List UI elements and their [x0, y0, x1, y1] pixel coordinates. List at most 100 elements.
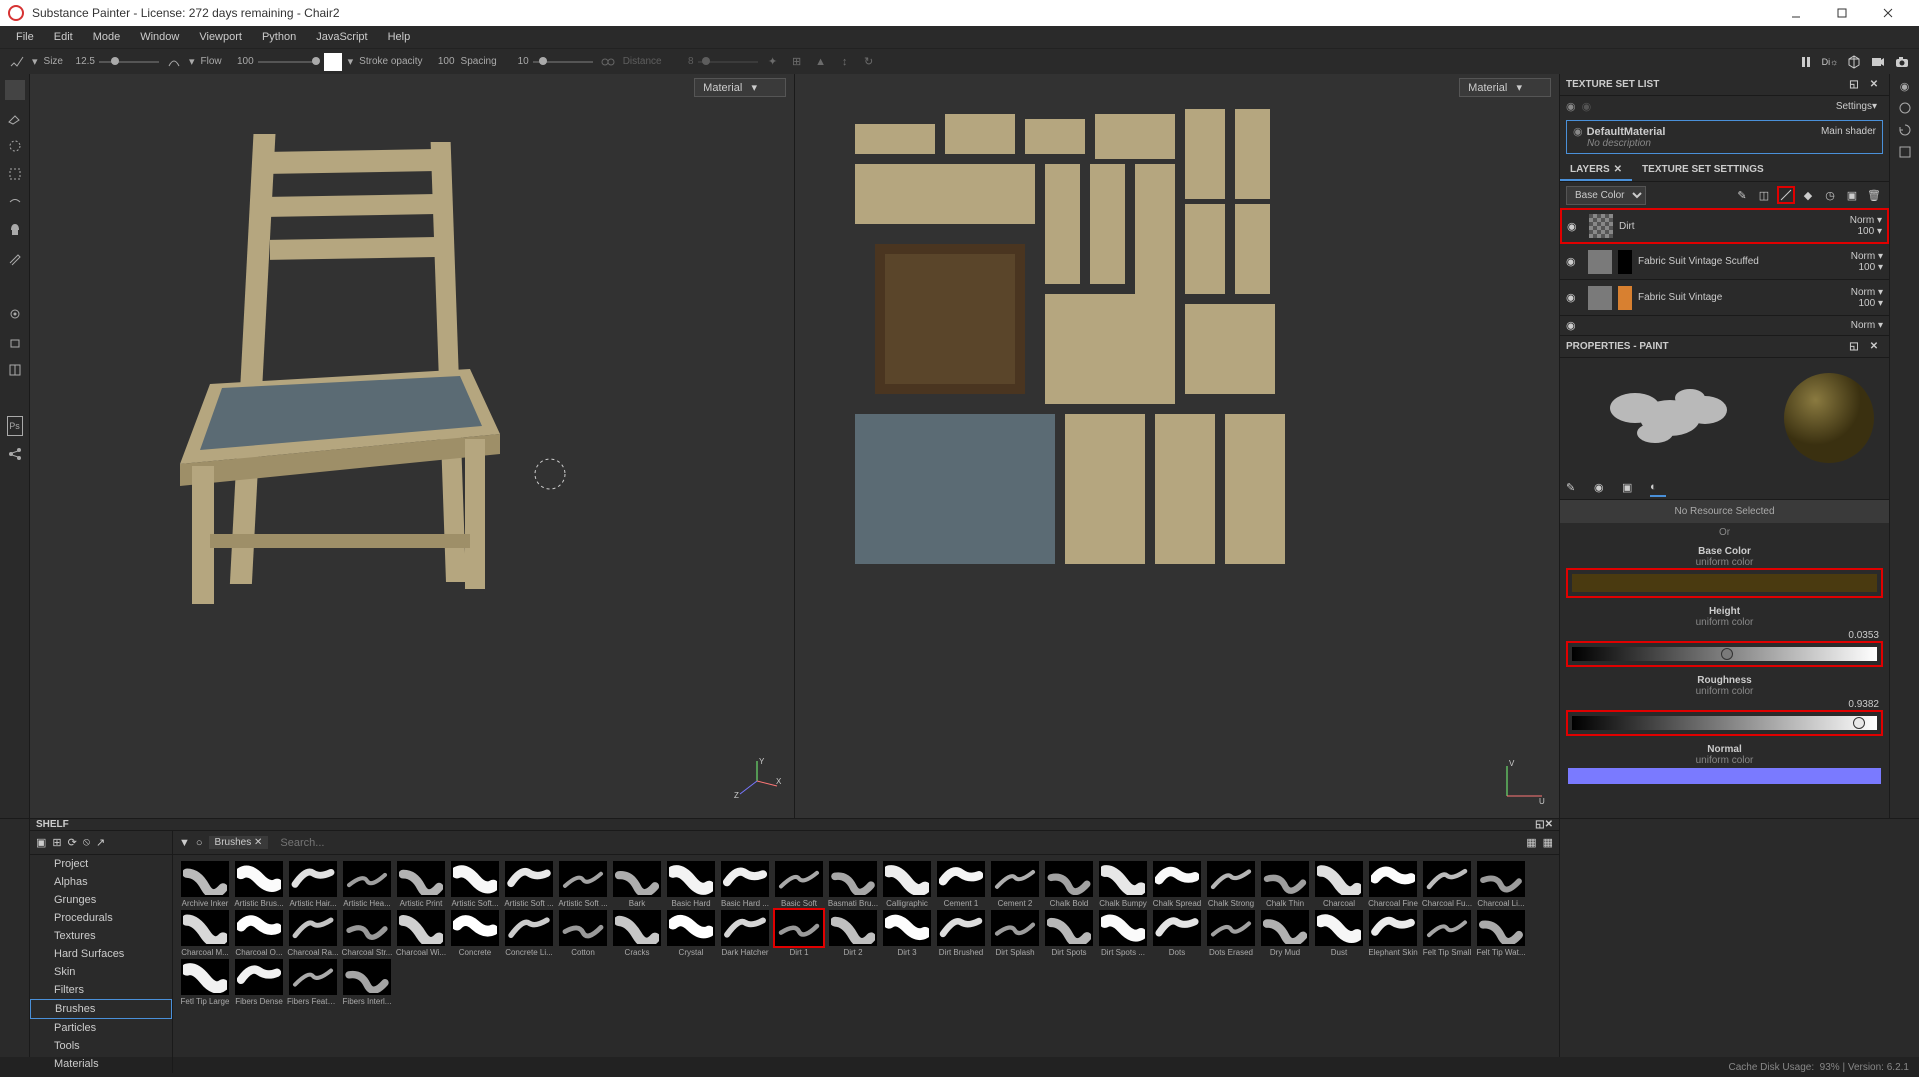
flow-icon[interactable]	[165, 53, 183, 71]
brush-item[interactable]: Charcoal Fine	[1367, 861, 1419, 908]
menu-help[interactable]: Help	[378, 28, 421, 46]
brush-item[interactable]: Artistic Soft ...	[503, 861, 555, 908]
panel-close-icon[interactable]: ✕	[1545, 819, 1553, 830]
log-icon[interactable]	[1898, 145, 1912, 159]
menu-file[interactable]: File	[6, 28, 44, 46]
shelf-import-icon[interactable]: ⊞	[52, 836, 61, 849]
add-smart-material-icon[interactable]: ◷	[1821, 186, 1839, 204]
brush-item[interactable]: Dirt 1	[773, 910, 825, 957]
layer-row[interactable]: ◉ Dirt Norm ▾100 ▾	[1560, 208, 1889, 244]
brush-item[interactable]: Basmati Bru...	[827, 861, 879, 908]
axis-gizmo-2d-icon[interactable]: V U	[1497, 756, 1547, 806]
opacity-control[interactable]: Stroke opacity 100	[359, 56, 454, 67]
brush-item[interactable]: Artistic Soft ...	[557, 861, 609, 908]
link-icon[interactable]	[599, 53, 617, 71]
layer-effect-icon[interactable]: ✎	[1733, 186, 1751, 204]
height-slider[interactable]	[1568, 643, 1881, 665]
brush-item[interactable]: Basic Hard	[665, 861, 717, 908]
smudge-tool-icon[interactable]	[5, 192, 25, 212]
shelf-category-item[interactable]: Particles	[30, 1019, 172, 1037]
display-settings-icon[interactable]: ◉	[1900, 80, 1910, 93]
clone-tool-icon[interactable]	[5, 220, 25, 240]
shelf-category-item[interactable]: Hard Surfaces	[30, 945, 172, 963]
wrap-icon[interactable]: ↻	[860, 53, 878, 71]
brush-item[interactable]: Fibers Feather	[287, 959, 339, 1006]
brush-item[interactable]: Cement 2	[989, 861, 1041, 908]
layer-mask-icon[interactable]	[1618, 250, 1632, 274]
viewport-3d-mode-dropdown[interactable]: Material ▾	[694, 78, 786, 97]
brush-item[interactable]: Artistic Print	[395, 861, 447, 908]
menu-python[interactable]: Python	[252, 28, 306, 46]
paint-tool-icon[interactable]	[5, 80, 25, 100]
shelf-home-icon[interactable]: ▣	[36, 836, 46, 849]
camera-icon[interactable]	[1869, 53, 1887, 71]
flow-control[interactable]: Flow 100	[201, 55, 318, 69]
prop-tab-brush-icon[interactable]: ✎	[1566, 481, 1582, 497]
shelf-category-item[interactable]: Brushes	[30, 999, 172, 1019]
panel-popout-icon[interactable]: ◱	[1535, 819, 1544, 830]
shelf-category-item[interactable]: Filters	[30, 981, 172, 999]
maximize-button[interactable]	[1819, 0, 1865, 26]
brush-item[interactable]: Dirt Brushed	[935, 910, 987, 957]
pause-icon[interactable]	[1797, 53, 1815, 71]
brush-item[interactable]: Bark	[611, 861, 663, 908]
viewport-2d-mode-dropdown[interactable]: Material ▾	[1459, 78, 1551, 97]
brush-item[interactable]: Crystal	[665, 910, 717, 957]
shelf-category-item[interactable]: Grunges	[30, 891, 172, 909]
texture-set-item[interactable]: ◉DefaultMaterialMain shader No descripti…	[1566, 120, 1883, 154]
brush-item[interactable]: Chalk Spread	[1151, 861, 1203, 908]
brush-item[interactable]: Artistic Soft...	[449, 861, 501, 908]
toggle2d3d-icon[interactable]	[5, 360, 25, 380]
shelf-category-item[interactable]: Skin	[30, 963, 172, 981]
symmetry-x-icon[interactable]: ▲	[812, 53, 830, 71]
material-picker-tool-icon[interactable]	[5, 248, 25, 268]
shelf-filter-tag[interactable]: Brushes ✕	[209, 836, 269, 849]
minimize-button[interactable]	[1773, 0, 1819, 26]
tab-texture-set-settings[interactable]: TEXTURE SET SETTINGS	[1632, 160, 1774, 181]
brush-item[interactable]: Dust	[1313, 910, 1365, 957]
shelf-refresh-icon[interactable]: ⟳	[68, 836, 77, 849]
grid-small-icon[interactable]: ▦	[1526, 836, 1536, 849]
brush-item[interactable]: Dry Mud	[1259, 910, 1311, 957]
layer-row[interactable]: ◉ Fabric Suit Vintage Scuffed Norm ▾100 …	[1560, 244, 1889, 280]
panel-popout-icon[interactable]: ◱	[1845, 76, 1863, 94]
shelf-search-input[interactable]	[274, 835, 1520, 851]
brush-item[interactable]: Basic Soft	[773, 861, 825, 908]
viewport-3d[interactable]: Material ▾	[30, 74, 795, 818]
brush-item[interactable]: Cement 1	[935, 861, 987, 908]
menu-edit[interactable]: Edit	[44, 28, 83, 46]
lazy-mouse-icon[interactable]: ✦	[764, 53, 782, 71]
shelf-category-item[interactable]: Materials	[30, 1055, 172, 1073]
brush-item[interactable]: Charcoal Ra...	[287, 910, 339, 957]
layer-row[interactable]: ◉ Norm ▾	[1560, 316, 1889, 336]
eye-icon[interactable]: ◉	[1566, 291, 1582, 304]
rendering-mode-icon[interactable]: Di☼	[1821, 53, 1839, 71]
prop-tab-alpha-icon[interactable]: ◉	[1594, 481, 1610, 497]
render-icon[interactable]	[1893, 53, 1911, 71]
close-button[interactable]	[1865, 0, 1911, 26]
brush-item[interactable]: Concrete	[449, 910, 501, 957]
symmetry-y-icon[interactable]: ↕	[836, 53, 854, 71]
menu-javascript[interactable]: JavaScript	[306, 28, 377, 46]
brush-item[interactable]: Dirt 3	[881, 910, 933, 957]
panel-close-icon[interactable]: ✕	[1865, 338, 1883, 356]
add-folder-icon[interactable]: ▣	[1843, 186, 1861, 204]
share-icon[interactable]	[5, 444, 25, 464]
perspective-icon[interactable]	[1845, 53, 1863, 71]
brush-item[interactable]: Chalk Bold	[1043, 861, 1095, 908]
menu-window[interactable]: Window	[130, 28, 189, 46]
viewport-2d[interactable]: Material ▾	[795, 74, 1559, 818]
shelf-category-item[interactable]: Tools	[30, 1037, 172, 1055]
panel-popout-icon[interactable]: ◱	[1845, 338, 1863, 356]
basecolor-swatch[interactable]	[1568, 570, 1881, 596]
brush-item[interactable]: Concrete Li...	[503, 910, 555, 957]
shelf-category-item[interactable]: Project	[30, 855, 172, 873]
shelf-category-item[interactable]: Textures	[30, 927, 172, 945]
channel-select[interactable]: Base Color	[1566, 186, 1646, 205]
shelf-category-item[interactable]: Alphas	[30, 873, 172, 891]
filter-icon[interactable]: ▼	[179, 837, 190, 849]
brush-item[interactable]: Dirt 2	[827, 910, 879, 957]
delete-layer-icon[interactable]: 🗑	[1865, 186, 1883, 204]
brush-item[interactable]: Charcoal Fu...	[1421, 861, 1473, 908]
tab-layers[interactable]: LAYERS✕	[1560, 160, 1632, 181]
